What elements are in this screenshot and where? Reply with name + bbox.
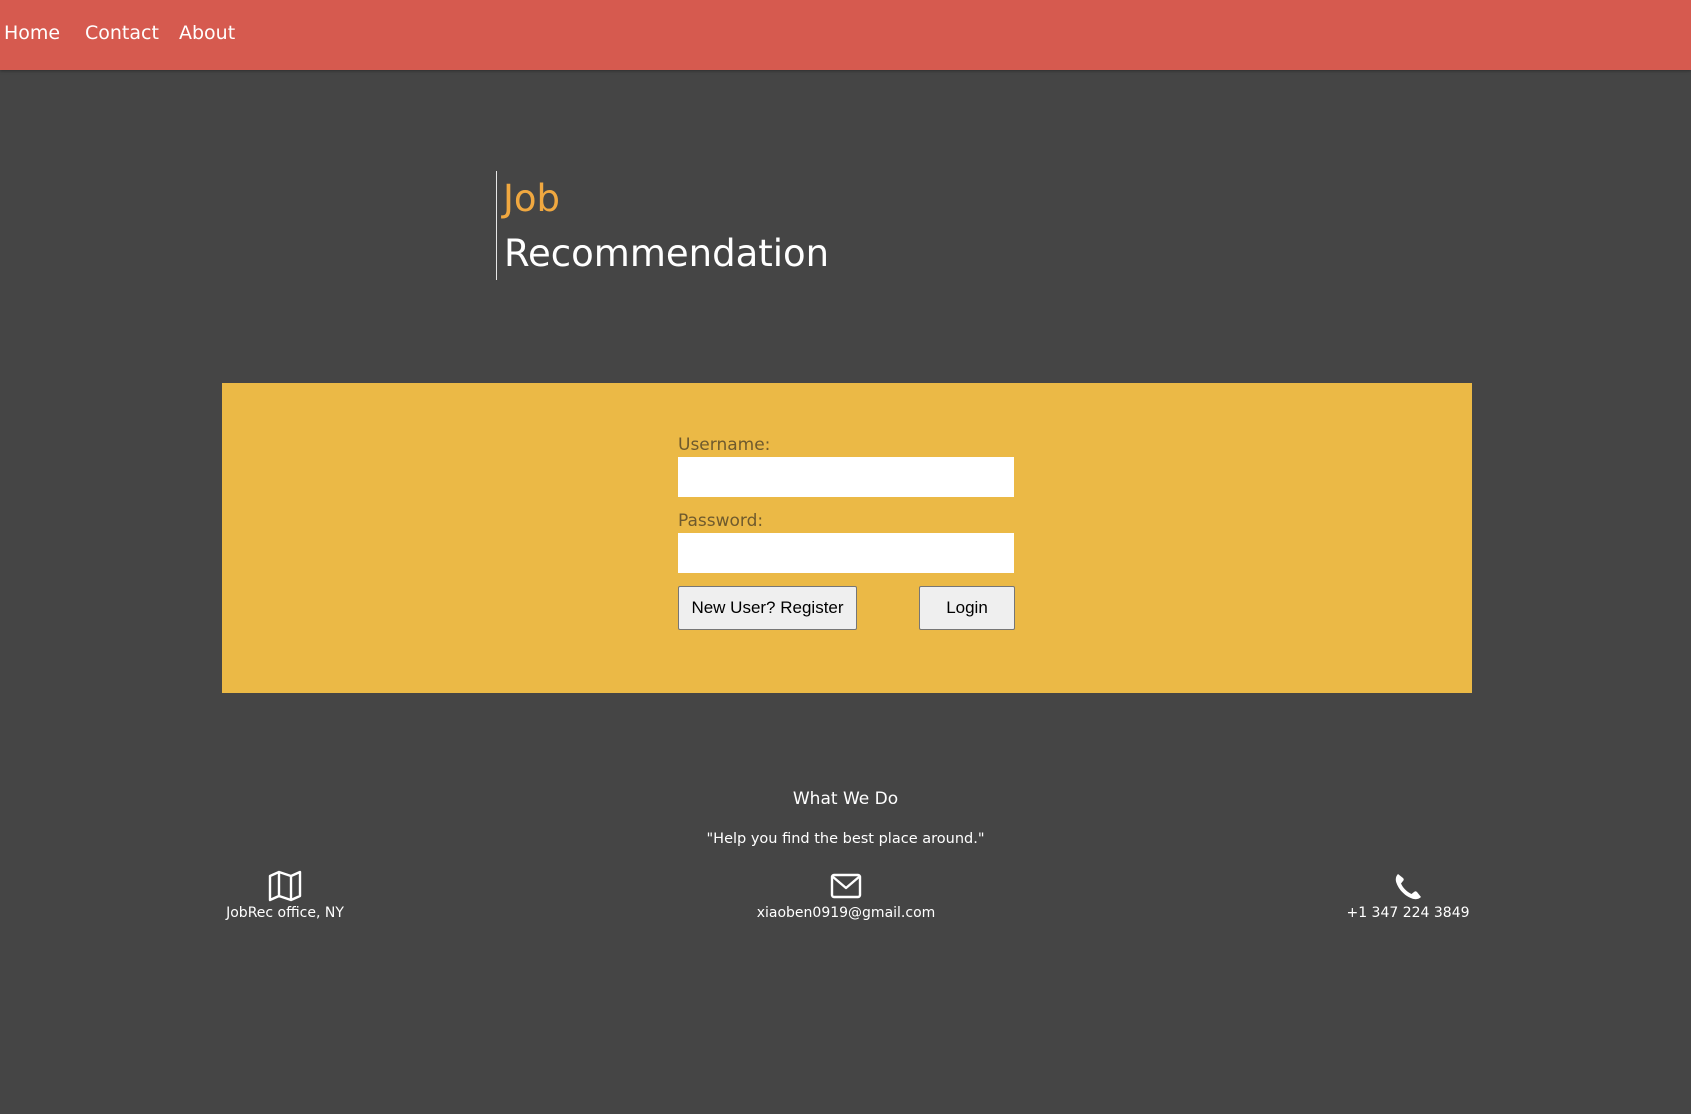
password-label: Password:	[678, 511, 764, 531]
phone-icon	[1395, 874, 1421, 900]
contact-phone: +1 347 224 3849	[1288, 870, 1528, 922]
login-panel: Username: Password: New User? Register L…	[222, 383, 1472, 693]
hero-title-job: Job	[503, 177, 561, 220]
login-button[interactable]: Login	[919, 586, 1015, 630]
contact-office-text: JobRec office, NY	[226, 905, 344, 921]
what-we-do-heading: What We Do	[792, 789, 899, 809]
register-button[interactable]: New User? Register	[678, 586, 857, 630]
contact-phone-text[interactable]: +1 347 224 3849	[1288, 904, 1528, 922]
contact-email-text[interactable]: xiaoben0919@gmail.com	[726, 904, 966, 922]
nav-link-about[interactable]: About	[179, 21, 235, 45]
username-input[interactable]	[678, 457, 1014, 497]
map-icon	[268, 870, 302, 902]
contact-office: JobRec office, NY	[165, 870, 405, 922]
username-label: Username:	[678, 435, 771, 455]
nav-link-contact[interactable]: Contact	[85, 21, 159, 45]
contact-email: xiaoben0919@gmail.com	[726, 870, 966, 922]
top-nav-bar: Home Contact About	[0, 0, 1691, 70]
nav-link-home[interactable]: Home	[4, 21, 60, 45]
what-we-do-quote: "Help you find the best place around."	[706, 831, 985, 847]
hero-title-recommendation: Recommendation	[504, 232, 830, 275]
password-input[interactable]	[678, 533, 1014, 573]
envelope-icon	[830, 873, 862, 899]
hero-title-block: Job Recommendation	[496, 171, 917, 280]
